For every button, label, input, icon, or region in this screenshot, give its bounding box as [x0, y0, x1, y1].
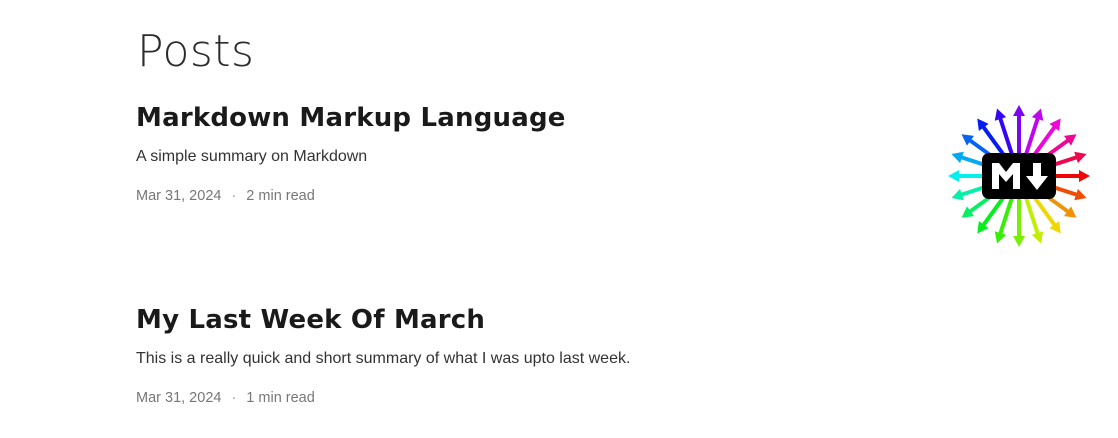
post-date: Mar 31, 2024 [136, 390, 222, 406]
rainbow-arrow [994, 196, 1015, 244]
post-summary: A simple summary on Markdown [136, 148, 368, 165]
post-meta: Mar 31, 2024 · 2 min read [136, 186, 566, 206]
rainbow-arrow [994, 108, 1015, 156]
rainbow-arrow [1023, 196, 1044, 244]
meta-separator: · [231, 188, 237, 204]
post-title-link[interactable]: Markdown Markup Language [136, 100, 566, 136]
post-read-time: 1 min read [246, 390, 315, 406]
markdown-logo-icon[interactable] [948, 102, 1090, 250]
posts-page: Posts Markdown Markup Language A simple … [0, 0, 1118, 438]
post-summary: This is a really quick and short summary… [136, 350, 631, 367]
post-date: Mar 31, 2024 [136, 188, 222, 204]
page-title: Posts [137, 26, 255, 77]
rainbow-arrow [1023, 108, 1044, 156]
post-meta: Mar 31, 2024 · 1 min read [136, 388, 630, 408]
post-item: Markdown Markup Language A simple summar… [136, 100, 566, 206]
post-read-time: 2 min read [246, 188, 315, 204]
post-item: My Last Week Of March This is a really q… [136, 302, 630, 408]
post-title-link[interactable]: My Last Week Of March [136, 302, 630, 338]
meta-separator: · [231, 390, 237, 406]
rainbow-arrow [1013, 198, 1025, 247]
rainbow-arrow [1013, 105, 1025, 154]
